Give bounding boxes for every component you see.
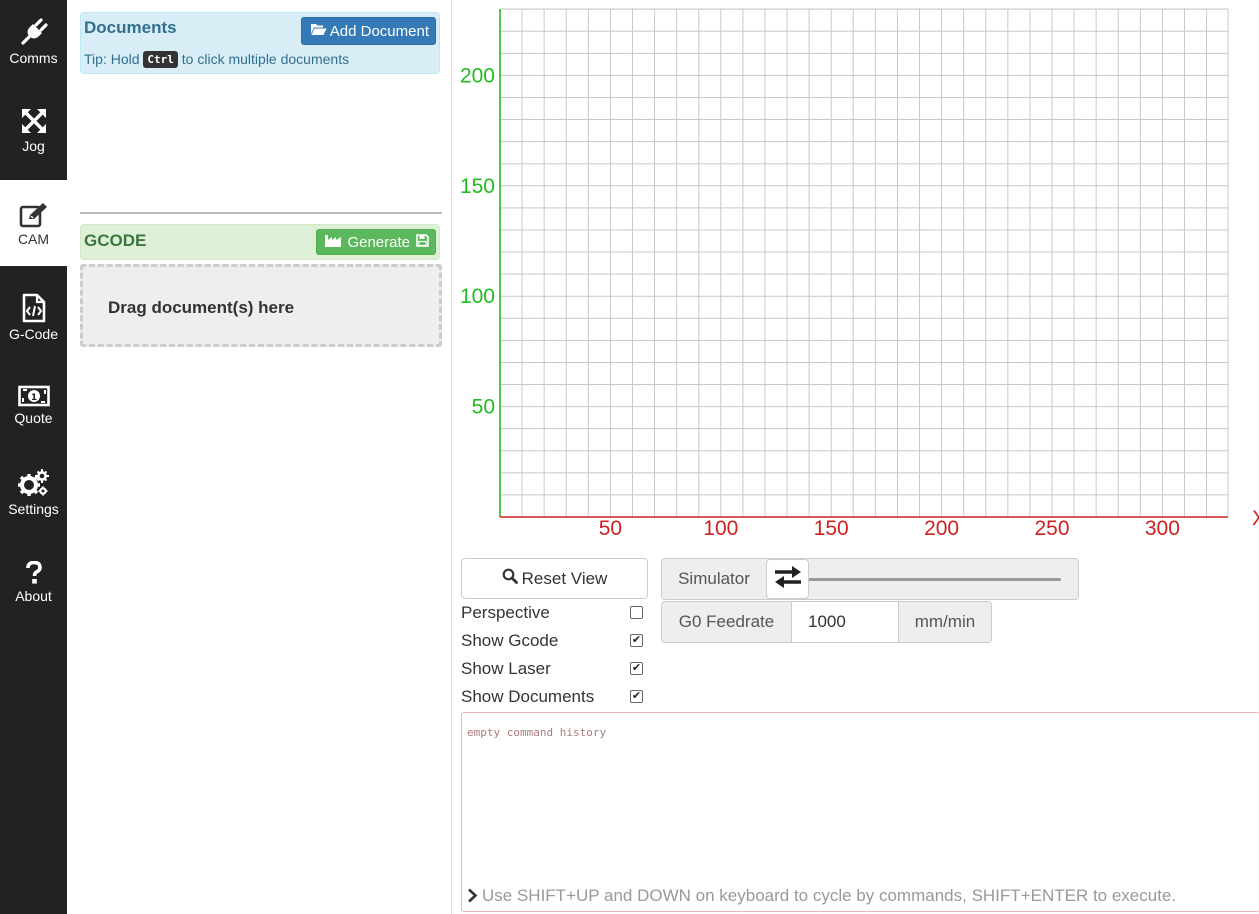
add-document-label: Add Document bbox=[329, 22, 429, 40]
command-input[interactable] bbox=[482, 885, 1252, 907]
console-input-line bbox=[466, 885, 1256, 907]
question-icon bbox=[0, 561, 67, 585]
x-axis-end-label: X bbox=[1252, 507, 1259, 530]
sidebar-item-label: G-Code bbox=[8, 326, 59, 342]
drop-zone-label: Drag document(s) here bbox=[108, 298, 295, 317]
g0-feedrate-unit: mm/min bbox=[898, 601, 992, 643]
sidebar-item-label: Jog bbox=[22, 138, 45, 154]
save-icon bbox=[416, 233, 429, 251]
y-tick-label: 50 bbox=[472, 396, 495, 419]
documents-tip: Tip: Hold Ctrl to click multiple documen… bbox=[84, 51, 349, 68]
simulator-track[interactable] bbox=[796, 578, 1061, 581]
x-tick-label: 250 bbox=[1034, 517, 1069, 540]
x-tick-label: 50 bbox=[599, 517, 622, 540]
tick-labels: 50 100 150 200 250 300 200 150 100 50 X bbox=[460, 64, 1259, 540]
sidebar-item-label: CAM bbox=[17, 231, 50, 247]
option-label: Perspective bbox=[461, 603, 550, 622]
y-tick-label: 100 bbox=[460, 285, 495, 308]
sidebar-item-label: Settings bbox=[8, 501, 59, 517]
reset-view-button[interactable]: Reset View bbox=[461, 558, 648, 599]
edit-icon bbox=[0, 202, 67, 228]
x-tick-label: 150 bbox=[814, 517, 849, 540]
sidebar-item-settings[interactable]: Settings bbox=[0, 468, 67, 552]
generate-label: Generate bbox=[347, 233, 410, 251]
ctrl-key-badge: Ctrl bbox=[143, 51, 178, 68]
workspace-canvas[interactable]: 50 100 150 200 250 300 200 150 100 50 X bbox=[452, 0, 1259, 550]
chevron-right-icon bbox=[467, 888, 478, 908]
add-document-button[interactable]: Add Document bbox=[300, 17, 436, 45]
code-file-icon bbox=[0, 293, 67, 323]
g0-feedrate-label: G0 Feedrate bbox=[661, 601, 792, 643]
sidebar-item-comms[interactable]: Comms bbox=[0, 17, 67, 101]
x-tick-label: 300 bbox=[1145, 517, 1180, 540]
generate-button[interactable]: Generate bbox=[316, 229, 436, 255]
g0-feedrate-input[interactable] bbox=[791, 601, 899, 643]
gcode-panel: GCODE Generate bbox=[80, 224, 440, 260]
simulator-slider[interactable] bbox=[766, 558, 1079, 600]
axes bbox=[499, 9, 1228, 518]
sidebar-item-label: Comms bbox=[9, 50, 58, 66]
svg-text:1: 1 bbox=[30, 393, 36, 403]
arrows-move-icon bbox=[0, 107, 67, 135]
sidebar-item-about[interactable]: About bbox=[0, 561, 67, 645]
option-show-documents: Show Documents ✔ bbox=[461, 685, 646, 709]
simulator-label: Simulator bbox=[661, 558, 767, 600]
folder-open-icon bbox=[310, 23, 327, 40]
sidebar-item-gcode[interactable]: G-Code bbox=[0, 293, 67, 377]
exchange-icon bbox=[773, 565, 803, 594]
documents-title: Documents bbox=[84, 18, 177, 37]
option-label: Show Gcode bbox=[461, 631, 559, 650]
gcode-title: GCODE bbox=[84, 231, 147, 250]
y-tick-label: 150 bbox=[460, 175, 495, 198]
option-show-laser: Show Laser ✔ bbox=[461, 657, 646, 681]
tip-suffix: to click multiple documents bbox=[181, 51, 350, 67]
sidebar-item-jog[interactable]: Jog bbox=[0, 107, 67, 191]
show-laser-checkbox[interactable]: ✔ bbox=[630, 662, 643, 675]
gears-icon bbox=[0, 468, 67, 498]
command-history: empty command history bbox=[467, 726, 607, 739]
command-console: empty command history bbox=[461, 712, 1259, 912]
documents-panel: Documents Add Document Tip: Hold Ctrl to… bbox=[80, 12, 440, 74]
grid-lines bbox=[500, 8, 1229, 517]
panel-divider bbox=[80, 212, 442, 214]
show-documents-checkbox[interactable]: ✔ bbox=[630, 690, 643, 703]
option-perspective: Perspective bbox=[461, 601, 646, 625]
money-icon: 1 bbox=[0, 385, 67, 407]
show-gcode-checkbox[interactable]: ✔ bbox=[630, 634, 643, 647]
option-show-gcode: Show Gcode ✔ bbox=[461, 629, 646, 653]
plug-icon bbox=[0, 17, 67, 47]
reset-view-label: Reset View bbox=[521, 568, 608, 588]
y-tick-label: 200 bbox=[460, 64, 495, 87]
tip-prefix: Tip: Hold bbox=[84, 51, 140, 67]
industry-icon bbox=[325, 234, 342, 251]
option-label: Show Documents bbox=[461, 687, 595, 706]
perspective-checkbox[interactable] bbox=[630, 606, 643, 619]
drop-zone[interactable]: Drag document(s) here bbox=[80, 264, 442, 347]
search-icon bbox=[502, 568, 518, 589]
sidebar-item-cam[interactable]: CAM bbox=[0, 180, 67, 266]
x-tick-label: 100 bbox=[703, 517, 738, 540]
option-label: Show Laser bbox=[461, 659, 551, 678]
sidebar: Comms Jog CAM G-Code 1 Quote Settings Ab… bbox=[0, 0, 67, 914]
sidebar-item-label: Quote bbox=[14, 410, 53, 426]
x-tick-label: 200 bbox=[924, 517, 959, 540]
sidebar-item-quote[interactable]: 1 Quote bbox=[0, 385, 67, 469]
simulator-handle[interactable] bbox=[766, 559, 809, 599]
sidebar-item-label: About bbox=[15, 588, 52, 604]
